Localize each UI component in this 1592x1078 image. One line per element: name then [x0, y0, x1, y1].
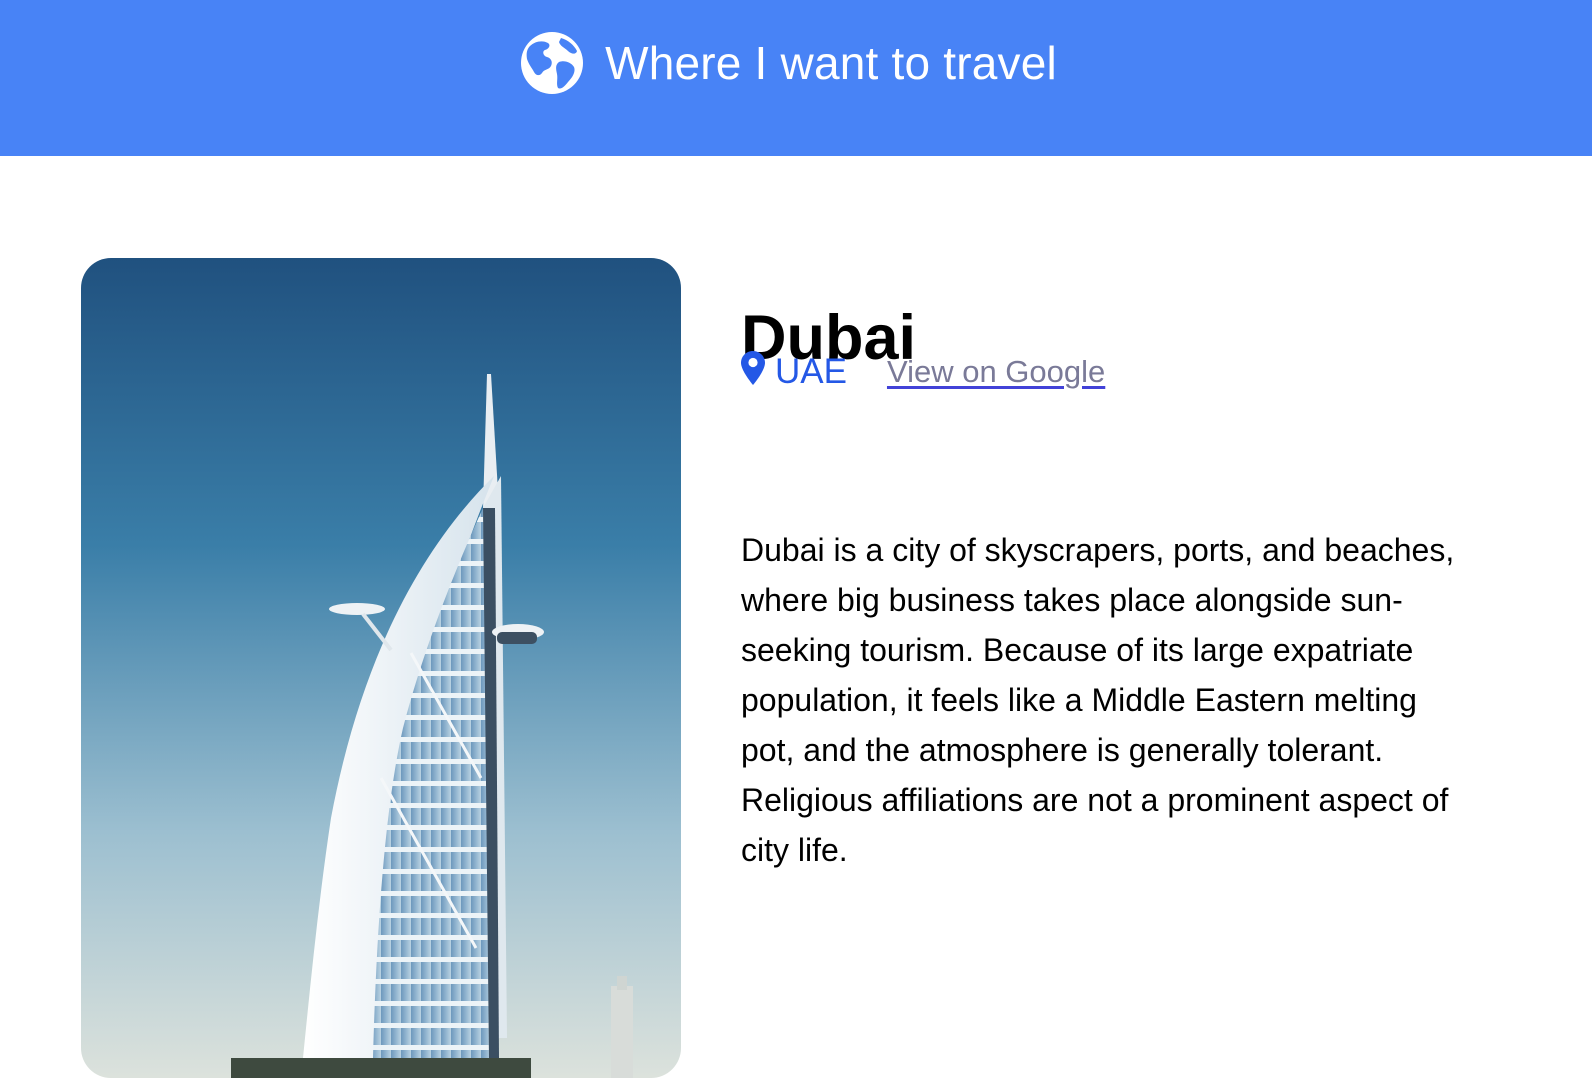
header-brand: Where I want to travel [521, 32, 1057, 94]
page-title: Where I want to travel [605, 37, 1057, 89]
destination-meta: UAE View on Google [741, 351, 1105, 392]
destination-description: Dubai is a city of skyscrapers, ports, a… [741, 532, 1455, 868]
view-on-google-link[interactable]: View on Google [887, 354, 1105, 390]
destination-country: UAE [775, 352, 847, 391]
destination-photo [81, 258, 681, 1078]
app-header: Where I want to travel [0, 0, 1592, 156]
globe-icon [521, 32, 584, 94]
location-pin-icon [741, 351, 765, 385]
